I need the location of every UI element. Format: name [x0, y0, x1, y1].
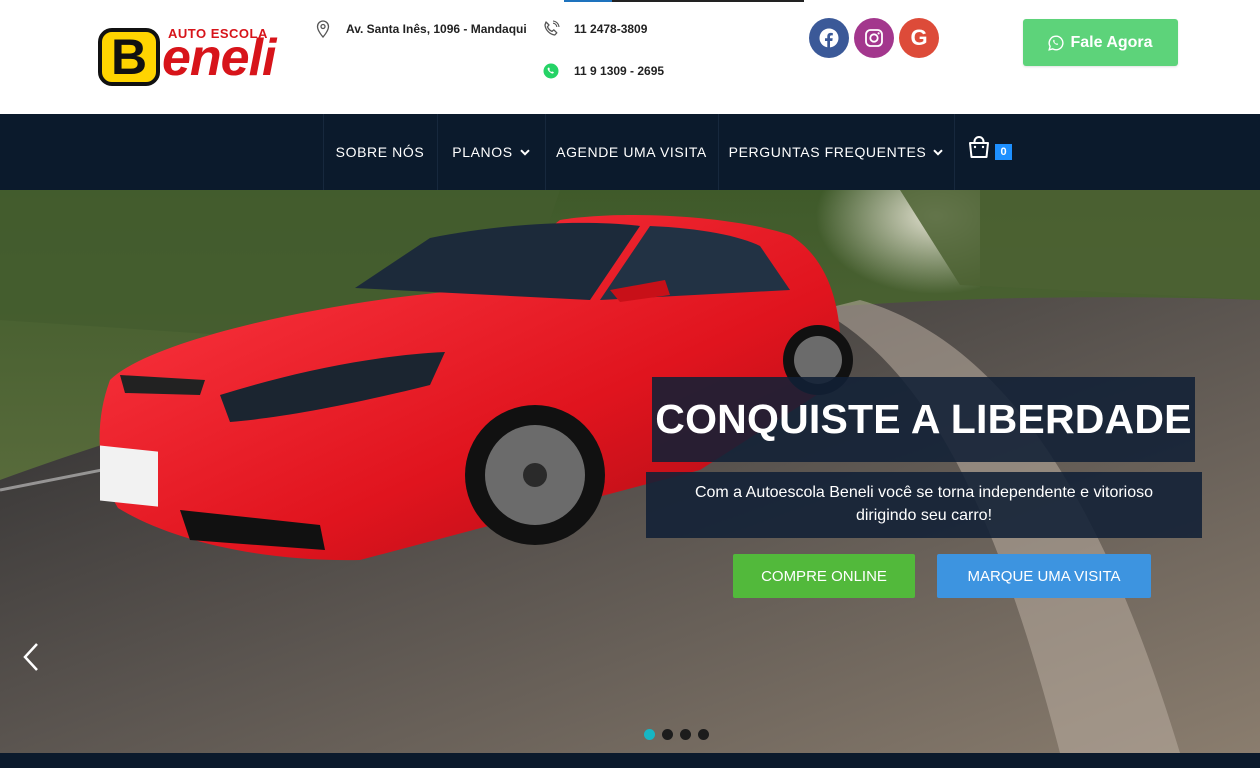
google-icon: G: [910, 25, 928, 50]
phone-info[interactable]: 11 2478-3809: [542, 20, 647, 38]
logo-badge: B: [98, 28, 160, 86]
chevron-down-icon: [933, 148, 944, 156]
chevron-left-icon: [23, 643, 38, 671]
main-nav: SOBRE NÓS PLANOS AGENDE UMA VISITA PERGU…: [0, 114, 1260, 190]
whatsapp-info[interactable]: 11 9 1309 - 2695: [542, 62, 664, 80]
logo-wordmark: eneli: [162, 29, 276, 87]
slider-prev-arrow[interactable]: [22, 642, 40, 677]
nav-item-label: PERGUNTAS FREQUENTES: [728, 144, 927, 160]
hero-headline: CONQUISTE A LIBERDADE: [652, 377, 1195, 462]
nav-item-label: PLANOS: [452, 144, 513, 160]
map-pin-icon: [314, 20, 332, 38]
bottom-strip: [0, 753, 1260, 768]
nav-item-sobre-nos[interactable]: SOBRE NÓS: [323, 114, 437, 190]
nav-item-planos[interactable]: PLANOS: [437, 114, 545, 190]
google-button[interactable]: G: [899, 18, 939, 58]
whatsapp-text: 11 9 1309 - 2695: [574, 64, 665, 78]
nav-item-label: SOBRE NÓS: [335, 144, 425, 160]
instagram-button[interactable]: [854, 18, 894, 58]
marque-uma-visita-button[interactable]: MARQUE UMA VISITA: [937, 554, 1151, 598]
compre-online-button[interactable]: COMPRE ONLINE: [733, 554, 915, 598]
address-info: Av. Santa Inês, 1096 - Mandaqui: [314, 20, 527, 38]
fale-agora-button[interactable]: Fale Agora: [1023, 19, 1178, 66]
nav-item-perguntas-frequentes[interactable]: PERGUNTAS FREQUENTES: [718, 114, 954, 190]
phone-icon: [542, 20, 560, 38]
instagram-icon: [865, 29, 883, 47]
nav-item-label: AGENDE UMA VISITA: [556, 144, 707, 160]
fale-agora-label: Fale Agora: [1070, 33, 1153, 51]
slider-dot-2[interactable]: [662, 729, 673, 740]
whatsapp-icon: [1048, 34, 1065, 51]
logo[interactable]: B AUTO ESCOLA eneli: [98, 26, 284, 88]
whatsapp-icon: [542, 62, 560, 80]
phone-text: 11 2478-3809: [574, 22, 648, 36]
cart-count-badge: 0: [995, 144, 1012, 160]
shopping-bag-icon: [969, 136, 989, 158]
slider-dot-1[interactable]: [644, 729, 655, 740]
chevron-down-icon: [519, 148, 530, 156]
address-text: Av. Santa Inês, 1096 - Mandaqui: [346, 22, 527, 36]
facebook-button[interactable]: [809, 18, 849, 58]
slider-pagination: [644, 729, 709, 740]
hero-subtitle: Com a Autoescola Beneli você se torna in…: [646, 472, 1202, 538]
nav-item-agende-uma-visita[interactable]: AGENDE UMA VISITA: [545, 114, 718, 190]
cart-button[interactable]: 0: [966, 136, 1016, 166]
facebook-icon: [819, 28, 839, 48]
nav-divider: [954, 114, 955, 190]
slider-dot-4[interactable]: [698, 729, 709, 740]
top-accent-line: [564, 0, 804, 2]
slider-dot-3[interactable]: [680, 729, 691, 740]
site-header: B AUTO ESCOLA eneli Av. Santa Inês, 1096…: [0, 0, 1260, 114]
